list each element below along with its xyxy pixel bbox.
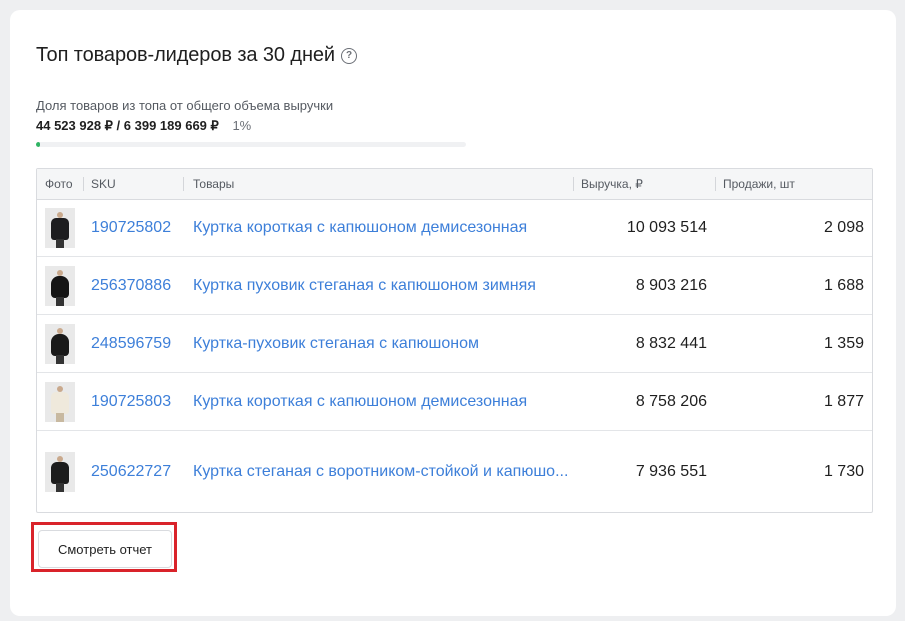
widget-title: Топ товаров-лидеров за 30 дней (36, 44, 336, 66)
revenue-value: 10 093 514 (626, 219, 707, 236)
product-photo[interactable] (45, 451, 75, 492)
sales-value: 2 098 (823, 219, 864, 236)
product-name-link[interactable]: Куртка пуховик стеганая с капюшоном зимн… (183, 274, 573, 298)
product-photo-cell (37, 265, 83, 306)
column-header-sales[interactable]: Продажи, шт (715, 169, 872, 199)
share-values: 44 523 928 ₽ / 6 399 189 669 ₽ 1% (36, 118, 251, 134)
table-row: 190725803 Куртка короткая с капюшоном де… (37, 373, 872, 431)
question-circle-icon[interactable]: ? (341, 47, 358, 64)
share-label: Доля товаров из топа от общего объема вы… (36, 98, 334, 113)
table-row: 250622727 Куртка стеганая с воротником-с… (37, 431, 872, 512)
product-photo-cell (37, 451, 83, 492)
column-header-photo: Фото (45, 177, 73, 191)
column-header-products[interactable]: Товары (183, 169, 573, 199)
products-table: Фото SKU Товары Выручка, ₽ Продажи, шт 1… (36, 168, 873, 513)
share-amount: 44 523 928 ₽ / 6 399 189 669 ₽ (36, 118, 219, 133)
table-row: 256370886 Куртка пуховик стеганая с капю… (37, 257, 872, 315)
product-photo[interactable] (45, 323, 75, 364)
table-row: 190725802 Куртка короткая с капюшоном де… (37, 200, 872, 257)
table-row: 248596759 Куртка-пуховик стеганая с капю… (37, 315, 872, 373)
sku-link[interactable]: 190725803 (83, 393, 183, 411)
share-percent: 1% (232, 118, 252, 133)
product-name-link[interactable]: Куртка короткая с капюшоном демисезонная (183, 390, 573, 414)
product-photo-cell (37, 381, 83, 422)
revenue-value: 8 832 441 (635, 334, 707, 352)
product-photo[interactable] (45, 381, 75, 422)
sku-link[interactable]: 256370886 (83, 277, 183, 295)
product-photo-cell (37, 208, 83, 248)
product-name-link[interactable]: Куртка короткая с капюшоном демисезонная (183, 216, 573, 240)
product-photo[interactable] (45, 208, 75, 248)
table-header: Фото SKU Товары Выручка, ₽ Продажи, шт (37, 169, 872, 200)
sales-value: 1 877 (823, 392, 864, 410)
share-progress-bar (36, 142, 466, 147)
revenue-value: 7 936 551 (635, 462, 707, 480)
revenue-value: 8 903 216 (635, 276, 707, 294)
view-report-button[interactable]: Смотреть отчет (38, 530, 172, 568)
product-photo[interactable] (45, 265, 75, 306)
sales-value: 1 688 (823, 276, 864, 294)
sku-link[interactable]: 250622727 (83, 463, 183, 481)
sales-value: 1 730 (823, 462, 864, 480)
top-products-card: Топ товаров-лидеров за 30 дней ? Доля то… (10, 10, 896, 616)
product-name-link[interactable]: Куртка-пуховик стеганая с капюшоном (183, 332, 573, 356)
column-header-revenue[interactable]: Выручка, ₽ (573, 169, 715, 199)
revenue-value: 8 758 206 (635, 392, 707, 410)
product-photo-cell (37, 323, 83, 364)
column-header-sku[interactable]: SKU (83, 169, 183, 199)
product-name-link[interactable]: Куртка стеганая с воротником-стойкой и к… (183, 460, 573, 484)
title-row: Топ товаров-лидеров за 30 дней ? (36, 44, 358, 67)
sku-link[interactable]: 248596759 (83, 335, 183, 353)
share-progress-fill (36, 142, 41, 147)
sales-value: 1 359 (823, 334, 864, 352)
sku-link[interactable]: 190725802 (83, 219, 183, 237)
